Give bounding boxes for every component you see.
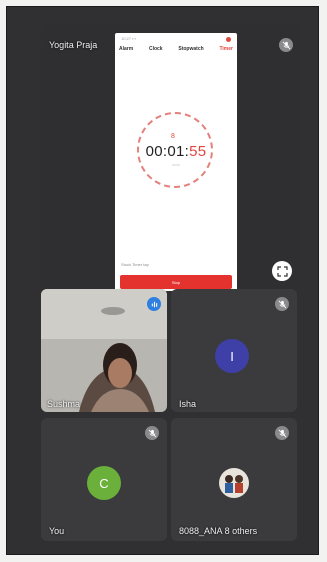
timer-seconds: 55 [189,143,207,160]
mic-off-icon [278,300,286,308]
fullscreen-icon [276,265,288,277]
audio-wave-icon [151,301,157,307]
timer-display: 00:01:55 [115,143,237,160]
avatar: I [215,339,249,373]
participant-name-text: 8088_ANA [179,526,223,536]
presenter-name: Yogita Praja [49,40,98,50]
participant-tile-isha[interactable]: I Isha [171,289,297,412]
avatar [219,468,249,498]
timer-mark: 8 [171,133,175,140]
tab-timer: Timer [219,46,233,52]
clock-tabs: Alarm Clock Stopwatch Timer [119,46,233,52]
meeting-window: Yogita Praja 10:27 ▪ ▪ Alarm Clock Stopw… [6,6,319,555]
mic-off-icon [278,429,286,437]
participant-mute-indicator [275,297,289,311]
participant-mute-indicator [145,426,159,440]
phone-status-bar: 10:27 ▪ ▪ [121,36,137,41]
mic-off-icon [148,429,156,437]
participant-name: Isha [179,399,197,409]
shared-screen: 10:27 ▪ ▪ Alarm Clock Stopwatch Timer 8 … [115,33,237,291]
presenter-mute-indicator [279,38,293,52]
timer-sub-label: 00:05 [172,163,180,167]
add-icon [226,37,231,42]
speaking-indicator [147,297,161,311]
participant-tile-you[interactable]: C You [41,418,167,541]
participant-mute-indicator [275,426,289,440]
participant-tile-others[interactable]: 8088_ANA 8 others [171,418,297,541]
tab-alarm: Alarm [119,46,134,52]
timer-stop-button: Stop [120,275,232,289]
others-count: 8 others [224,526,258,536]
tab-clock: Clock [148,46,163,52]
participant-name: You [49,526,65,536]
timer-sound-label: Stock Timer tap [121,262,149,267]
tab-stopwatch: Stopwatch [178,46,204,52]
avatar: C [87,466,121,500]
participant-name: 8088_ANA 8 others [179,526,257,536]
timer-main: 00:01: [145,143,190,160]
participant-tile-sushma[interactable]: Sushma [41,289,167,412]
participant-name: Sushma [47,399,81,409]
fullscreen-button[interactable] [272,261,292,281]
mic-off-icon [282,41,290,49]
